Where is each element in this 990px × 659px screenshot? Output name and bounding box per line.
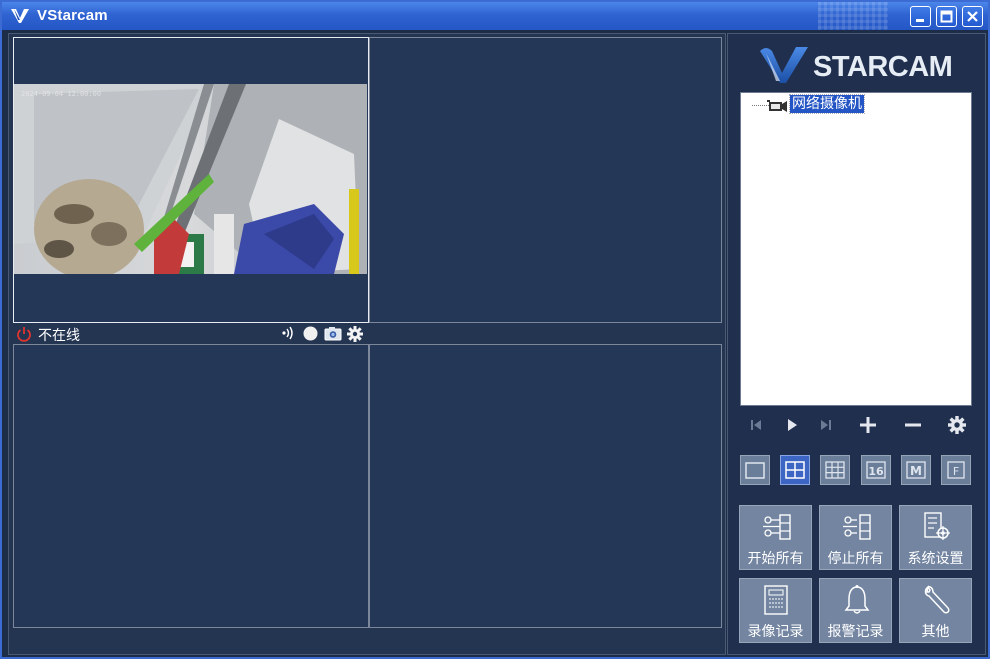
play-icon[interactable] <box>782 415 802 435</box>
alarm-log-label: 报警记录 <box>827 624 884 640</box>
wrench-icon <box>924 585 950 614</box>
svg-text:16: 16 <box>868 465 884 478</box>
brand-text: STARCAM <box>813 51 953 83</box>
device-tree[interactable]: 网络摄像机 <box>740 92 972 406</box>
remove-icon[interactable] <box>903 415 923 435</box>
brand-logo: STARCAM <box>758 43 973 87</box>
minimize-icon <box>916 19 924 22</box>
last-page-icon[interactable] <box>816 415 836 435</box>
start-all-button[interactable]: 开始所有 <box>739 505 812 570</box>
layout-9-button[interactable] <box>820 455 850 485</box>
tree-item-network-camera[interactable]: 网络摄像机 <box>789 94 865 114</box>
add-icon[interactable] <box>858 415 878 435</box>
window-title: VStarcam <box>37 7 108 24</box>
alarm-log-button[interactable]: 报警记录 <box>819 578 892 643</box>
layout-sixteen-icon: 16 <box>866 461 886 479</box>
record-log-button[interactable]: 录像记录 <box>739 578 812 643</box>
system-settings-label: 系统设置 <box>907 551 964 567</box>
device-settings-gear-icon[interactable] <box>947 415 967 435</box>
svg-text:F: F <box>953 465 959 478</box>
network-camera-icon <box>767 100 787 112</box>
record-log-icon <box>764 585 788 615</box>
title-bar[interactable]: VStarcam <box>2 2 988 30</box>
layout-1-button[interactable] <box>740 455 770 485</box>
panel-1-status-bar: 不在线 <box>13 324 369 344</box>
start-all-label: 开始所有 <box>747 551 804 567</box>
record-log-label: 录像记录 <box>747 624 804 640</box>
bell-icon <box>844 585 870 614</box>
camera-feed-image: 2024-09-04 12:00:00 <box>14 84 367 274</box>
layout-nine-icon <box>825 461 845 479</box>
svg-text:M: M <box>910 464 922 478</box>
power-icon[interactable] <box>16 326 32 342</box>
other-label: 其他 <box>921 624 950 640</box>
gear-icon[interactable] <box>347 326 363 342</box>
connection-status: 不在线 <box>38 328 80 344</box>
title-decoration <box>818 2 888 30</box>
layout-m-icon: M <box>906 461 926 479</box>
speaker-icon[interactable] <box>280 326 296 340</box>
video-panel-4[interactable] <box>369 344 722 628</box>
start-all-icon <box>763 514 791 540</box>
vstarcam-v-logo-icon <box>760 47 808 83</box>
minimize-button[interactable] <box>910 6 931 27</box>
record-icon[interactable] <box>303 326 318 341</box>
video-panel-1[interactable]: 2024-09-04 12:00:00 <box>13 37 369 323</box>
video-grid: 2024-09-04 12:00:00 不在线 <box>8 33 726 655</box>
system-settings-icon <box>924 512 950 540</box>
stop-all-button[interactable]: 停止所有 <box>819 505 892 570</box>
layout-fullscreen-button[interactable]: F <box>941 455 971 485</box>
camera-feed-scene <box>14 84 367 274</box>
video-panel-2[interactable] <box>369 37 722 323</box>
system-settings-button[interactable]: 系统设置 <box>899 505 972 570</box>
other-button[interactable]: 其他 <box>899 578 972 643</box>
vstarcam-logo-icon <box>11 9 29 23</box>
first-page-icon[interactable] <box>746 415 766 435</box>
layout-quad-icon <box>785 461 805 479</box>
stop-all-label: 停止所有 <box>827 551 884 567</box>
video-panel-3[interactable] <box>13 344 369 628</box>
layout-single-icon <box>745 462 765 479</box>
close-icon <box>967 11 978 22</box>
layout-16-button[interactable]: 16 <box>861 455 891 485</box>
control-panel: STARCAM 网络摄像机 16 M F 开始所有 停止所有 系统设置 录像记录… <box>727 33 986 655</box>
layout-f-icon: F <box>947 461 965 479</box>
close-button[interactable] <box>962 6 983 27</box>
layout-4-button[interactable] <box>780 455 810 485</box>
layout-m-button[interactable]: M <box>901 455 931 485</box>
camera-icon[interactable] <box>324 326 342 341</box>
maximize-button[interactable] <box>936 6 957 27</box>
app-window: VStarcam 2024-09-04 12:00:00 不在线 STARCAM… <box>0 0 990 659</box>
maximize-icon <box>940 10 953 23</box>
feed-timestamp: 2024-09-04 12:00:00 <box>21 90 102 98</box>
stop-all-icon <box>843 514 871 540</box>
